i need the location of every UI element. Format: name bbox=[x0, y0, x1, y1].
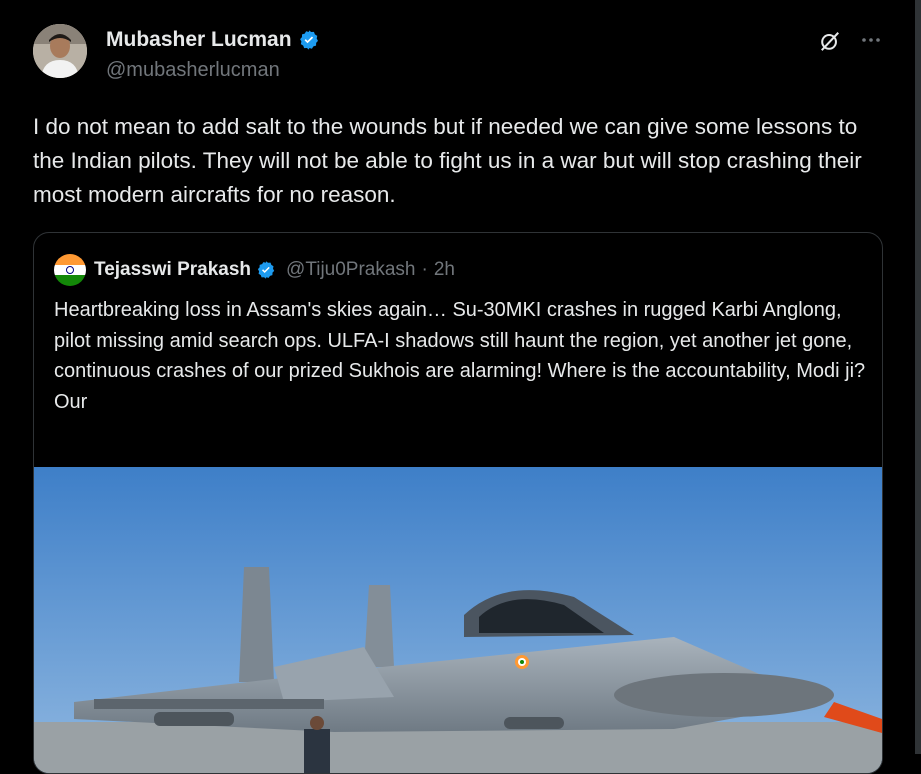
quoted-tweet[interactable]: Tejasswi Prakash @Tiju0Prakash · 2h Hear… bbox=[33, 232, 883, 774]
more-icon[interactable] bbox=[859, 28, 883, 52]
quoted-timestamp[interactable]: 2h bbox=[434, 259, 455, 281]
tweet-header: Mubasher Lucman @mubasherlucman bbox=[33, 24, 883, 88]
quoted-author-handle[interactable]: @Tiju0Prakash bbox=[286, 259, 415, 281]
tweet-text: I do not mean to add salt to the wounds … bbox=[33, 114, 862, 207]
separator-dot: · bbox=[421, 259, 428, 280]
grok-icon[interactable] bbox=[819, 30, 841, 52]
quoted-tweet-header: Tejasswi Prakash @Tiju0Prakash · 2h bbox=[54, 254, 455, 286]
window-edge bbox=[915, 0, 921, 754]
author-handle[interactable]: @mubasherlucman bbox=[106, 59, 280, 82]
quoted-media-image[interactable] bbox=[34, 467, 882, 773]
avatar[interactable] bbox=[33, 24, 87, 78]
author-name[interactable]: Mubasher Lucman bbox=[106, 28, 292, 52]
quoted-tweet-text: Heartbreaking loss in Assam's skies agai… bbox=[54, 299, 866, 413]
quoted-author-name[interactable]: Tejasswi Prakash bbox=[94, 259, 251, 281]
verified-badge-icon bbox=[257, 261, 275, 279]
quoted-avatar[interactable] bbox=[54, 254, 86, 286]
verified-badge-icon bbox=[299, 30, 318, 50]
